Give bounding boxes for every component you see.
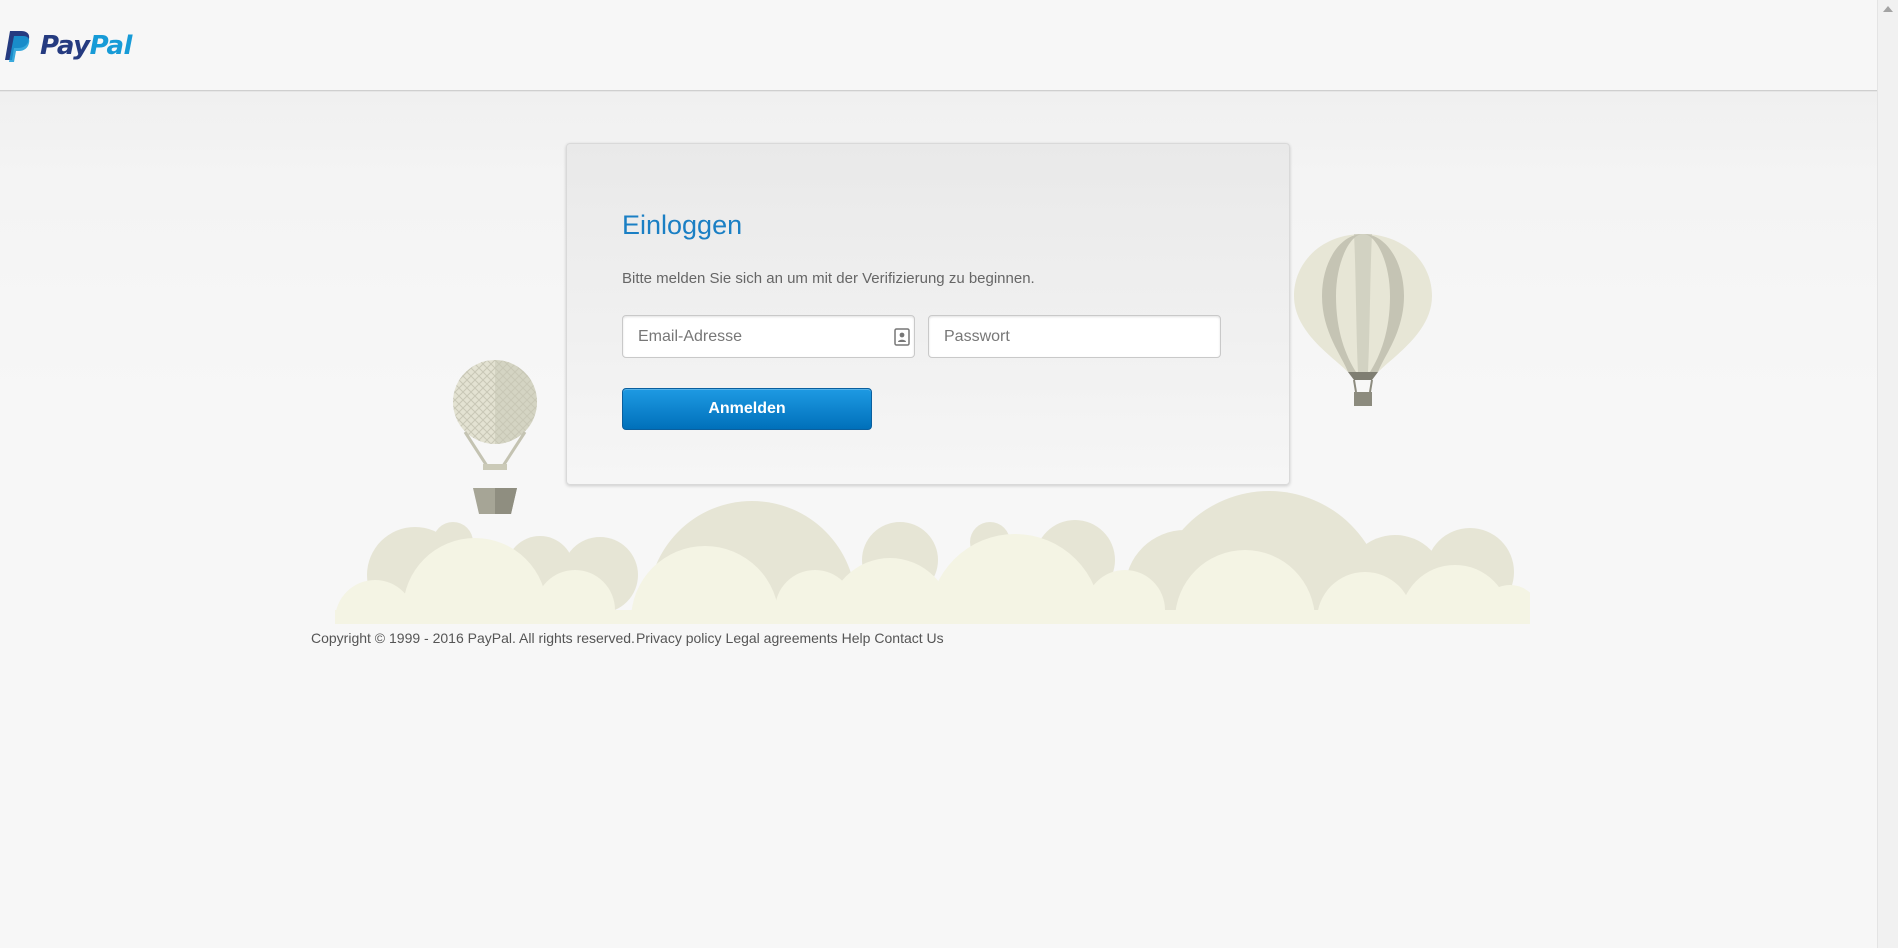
wordmark-pay: Pay — [40, 31, 90, 61]
large-balloon-illustration — [1294, 234, 1432, 406]
vertical-scrollbar[interactable] — [1877, 0, 1898, 948]
paypal-wordmark: PayPal — [40, 31, 132, 61]
login-description: Bitte melden Sie sich an um mit der Veri… — [622, 270, 1035, 287]
paypal-p-icon — [5, 31, 30, 62]
footer: Copyright © 1999 - 2016 PayPal. All righ… — [311, 630, 948, 646]
contact-us-link[interactable]: Contact Us — [874, 630, 943, 646]
password-input[interactable] — [929, 316, 1220, 357]
paypal-logo[interactable]: PayPal — [4, 28, 132, 64]
scroll-up-arrow-icon[interactable] — [1883, 6, 1893, 12]
email-field-wrapper — [622, 315, 915, 358]
help-link[interactable]: Help — [842, 630, 871, 646]
legal-agreements-link[interactable]: Legal agreements — [726, 630, 838, 646]
password-field-wrapper — [928, 315, 1221, 358]
contact-card-icon[interactable] — [894, 328, 910, 346]
login-button[interactable]: Anmelden — [622, 388, 872, 430]
login-title: Einloggen — [622, 210, 743, 240]
copyright-text: Copyright © 1999 - 2016 PayPal. All righ… — [311, 630, 635, 646]
login-card: Einloggen Bitte melden Sie sich an um mi… — [566, 143, 1290, 485]
small-balloon-illustration — [453, 360, 537, 514]
wordmark-pal: Pal — [89, 31, 133, 61]
header: PayPal — [0, 0, 1877, 91]
email-input[interactable] — [623, 316, 914, 357]
page-viewport: PayPal Einloggen Bitte melden Sie sich a… — [0, 0, 1877, 948]
privacy-policy-link[interactable]: Privacy policy — [636, 630, 722, 646]
